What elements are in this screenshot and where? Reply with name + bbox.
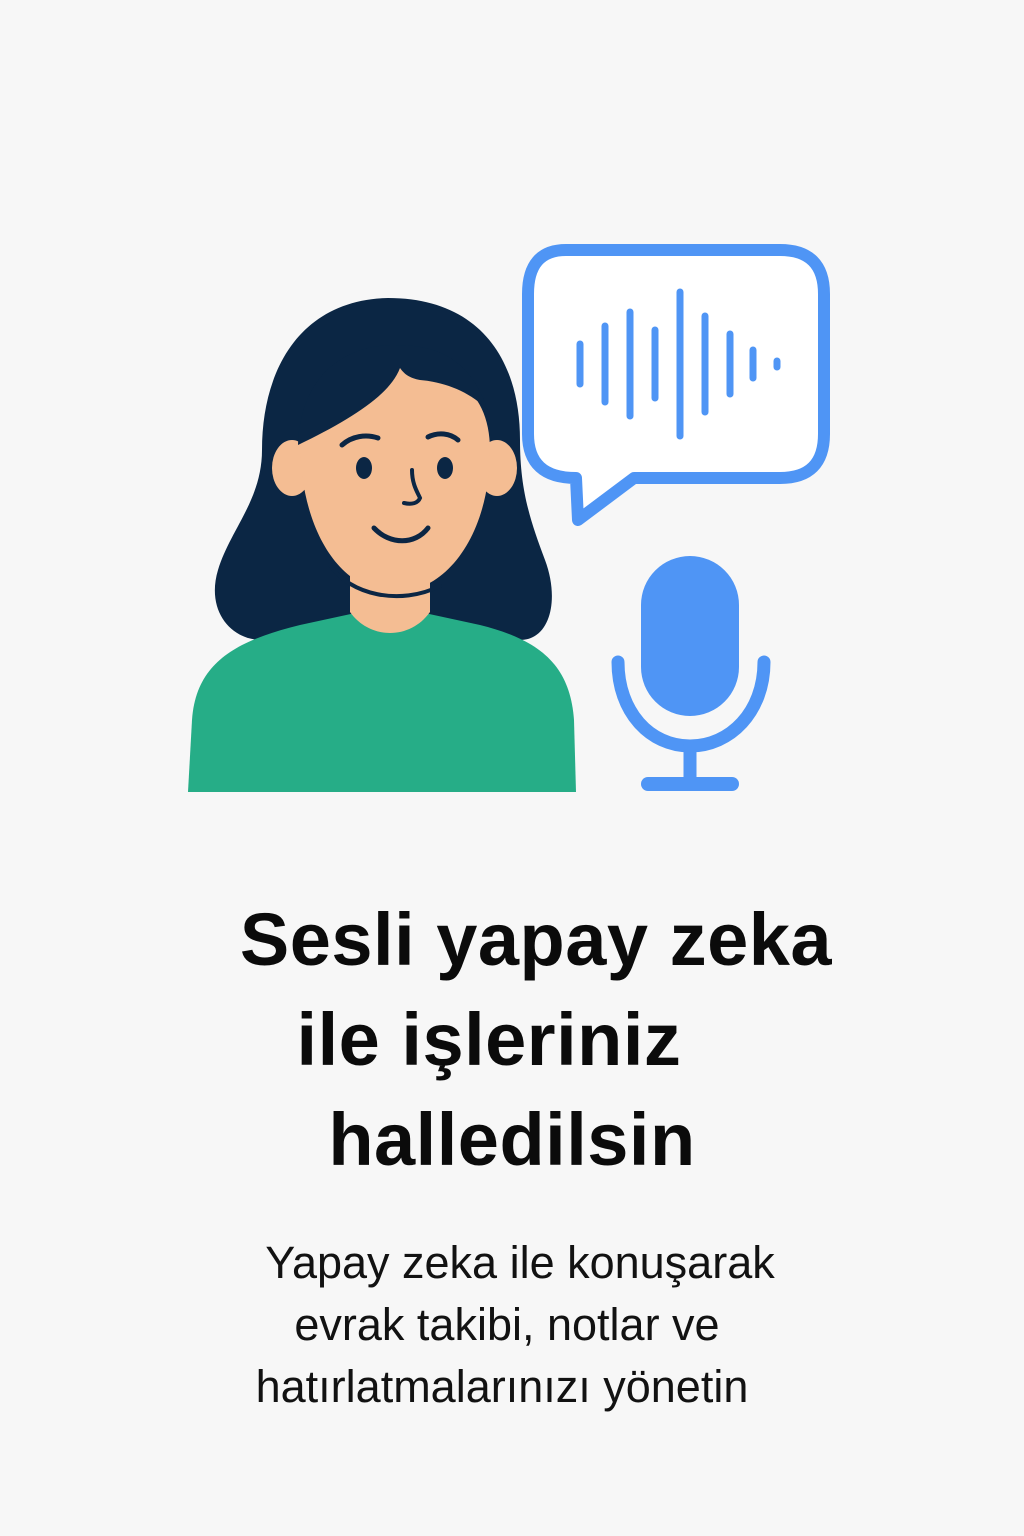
onboarding-screen: Sesli yapay zeka ile işleriniz halledils… <box>0 0 1024 1536</box>
title-line-3: halledilsin <box>328 1098 696 1181</box>
subtitle-line-3: hatırlatmalarınızı yönetin <box>255 1361 749 1412</box>
page-title: Sesli yapay zeka ile işleriniz halledils… <box>0 890 1024 1190</box>
title-line-1: Sesli yapay zeka <box>239 898 833 981</box>
person-avatar-icon <box>188 298 576 792</box>
title-line-2: ile işleriniz <box>296 998 682 1081</box>
subtitle-line-1: Yapay zeka ile konuşarak <box>265 1237 775 1288</box>
subtitle-line-2: evrak takibi, notlar ve <box>294 1299 720 1350</box>
page-subtitle: Yapay zeka ile konuşarak evrak takibi, n… <box>0 1232 1024 1418</box>
voice-assistant-illustration <box>188 244 830 792</box>
speech-bubble-icon <box>522 244 830 526</box>
microphone-icon <box>611 556 771 791</box>
